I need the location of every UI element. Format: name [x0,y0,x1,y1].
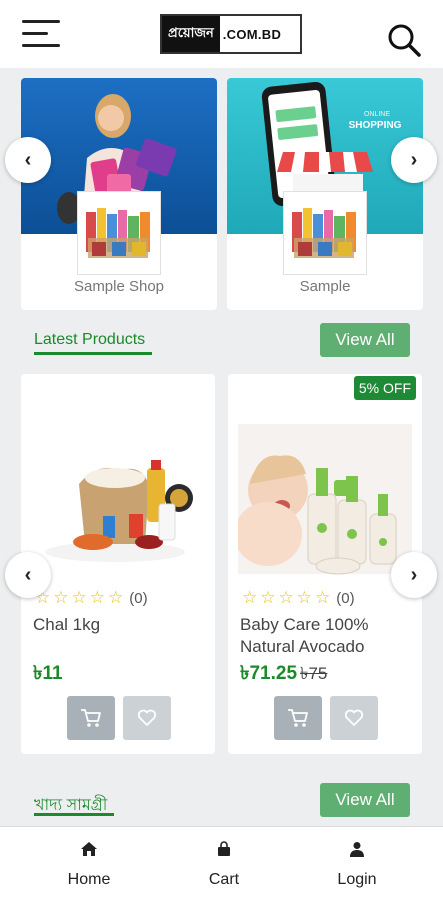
shopping-bag-icon [218,841,230,856]
site-logo[interactable]: প্রয়োজন .COM.BD [160,14,302,54]
product-price: ৳71.25 ৳75 [240,659,327,691]
banner-caption-small: ONLINE [364,111,390,118]
heart-icon [137,709,157,726]
carousel-prev-button[interactable]: ‹ [5,137,51,183]
cart-icon [81,709,101,727]
cart-icon [288,709,308,727]
shop-name: Sample [299,278,351,295]
section-underline [34,813,114,816]
add-to-wishlist-button[interactable] [123,696,171,740]
star-icon: ☆ [89,588,105,607]
nav-home[interactable]: Home [39,841,139,889]
logo-domain-text: .COM.BD [222,26,282,42]
star-icon: ☆ [71,588,87,607]
nav-home-label: Home [67,871,111,888]
product-card[interactable]: ☆ ☆ ☆ ☆ ☆ (0) Chal 1kg ৳11 [21,374,215,754]
user-icon [350,842,364,857]
nav-login[interactable]: Login [307,841,407,889]
current-price: ৳71.25 [240,663,298,684]
star-icon: ☆ [260,588,276,607]
shop-card[interactable]: ONLINE SHOPPING Sample [227,78,423,310]
nav-login-label: Login [337,871,377,888]
add-to-cart-button[interactable] [274,696,322,740]
bottom-navigation: Home Cart Login [0,826,443,900]
rating-count: (0) [336,589,355,607]
products-prev-button[interactable]: ‹ [5,552,51,598]
product-image [238,424,412,575]
app-header: প্রয়োজন .COM.BD [0,0,443,68]
discount-badge: 5% OFF [353,376,416,400]
product-title[interactable]: Chal 1kg [33,614,207,636]
latest-products-title: Latest Products [34,331,146,348]
rating-stars: ☆ ☆ ☆ ☆ ☆ (0) [35,588,148,608]
search-icon[interactable] [386,22,422,58]
view-all-button[interactable]: View All [320,323,410,357]
nav-cart-label: Cart [208,871,240,888]
add-to-wishlist-button[interactable] [330,696,378,740]
section-underline [34,352,152,355]
rating-stars: ☆ ☆ ☆ ☆ ☆ (0) [242,588,355,608]
star-icon: ☆ [296,588,312,607]
product-image [45,460,193,562]
rating-count: (0) [129,589,148,607]
banner-caption-large: SHOPPING [349,120,402,131]
star-icon: ☆ [278,588,294,607]
shop-name: Sample Shop [73,278,165,295]
shop-card[interactable]: Sample Shop [21,78,217,310]
add-to-cart-button[interactable] [67,696,115,740]
product-title[interactable]: Baby Care 100% Natural Avocado [240,614,414,658]
products-next-button[interactable]: › [391,552,437,598]
product-price: ৳11 [33,659,63,691]
shop-logo-thumbnail [77,191,161,275]
original-price: ৳75 [300,664,328,683]
nav-cart[interactable]: Cart [174,841,274,889]
current-price: ৳11 [33,663,63,684]
heart-icon [344,709,364,726]
star-icon: ☆ [242,588,258,607]
shop-logo-thumbnail [283,191,367,275]
home-icon [81,842,97,856]
star-icon: ☆ [53,588,69,607]
logo-bengali-text: প্রয়োজন [162,16,220,52]
star-icon: ☆ [108,588,124,607]
hamburger-menu-icon[interactable] [22,18,62,50]
view-all-button[interactable]: View All [320,783,410,817]
star-icon: ☆ [315,588,331,607]
carousel-next-button[interactable]: › [391,137,437,183]
